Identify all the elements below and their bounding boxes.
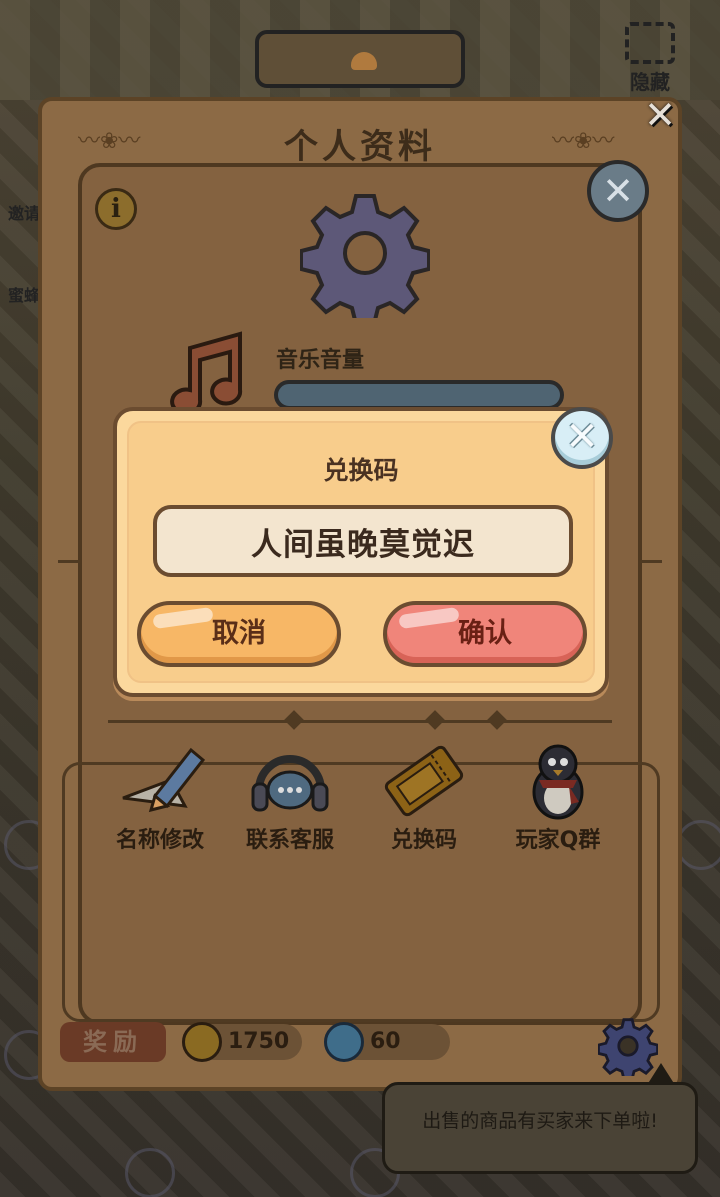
dialog-title: 兑换码 — [323, 456, 399, 485]
coin-counter: 1750 — [182, 1022, 302, 1062]
redeem-code-label: 兑换码 — [390, 828, 457, 853]
action-row: 名称修改 联系客服 兑换码 玩家Q群 — [100, 740, 620, 860]
hide-ui-label: 隐藏 — [630, 70, 670, 94]
confirm-button[interactable]: 确认 — [383, 601, 587, 667]
redeem-code-input[interactable] — [153, 505, 573, 577]
swirl-gem-icon — [324, 1022, 364, 1062]
divider — [108, 720, 612, 723]
customer-service-button[interactable]: 联系客服 — [230, 740, 350, 854]
coin-amount: 1750 — [228, 1029, 290, 1054]
divider — [640, 560, 662, 563]
hide-ui-button[interactable]: 隐藏 — [622, 22, 678, 94]
coin-icon — [182, 1022, 222, 1062]
sun-decoration-icon — [676, 820, 720, 870]
cancel-button[interactable]: 取消 — [137, 601, 341, 667]
redeem-code-button[interactable]: 兑换码 — [364, 740, 484, 854]
gear-icon — [300, 194, 430, 318]
sun-icon — [351, 52, 377, 70]
music-volume-slider[interactable] — [274, 380, 564, 410]
redeem-code-dialog: 兑换码 取消 确认 ✕ — [113, 407, 613, 697]
ticket-icon — [384, 745, 464, 817]
panel-close-button[interactable]: ✕ — [640, 95, 680, 135]
rewards-bar: 奖励 1750 60 — [60, 1022, 460, 1062]
info-button[interactable]: i — [95, 188, 137, 230]
music-volume-label: 音乐音量 — [276, 348, 365, 373]
confirm-label: 确认 — [458, 618, 512, 649]
penguin-icon — [532, 744, 584, 820]
gem-amount: 60 — [370, 1029, 401, 1054]
ornament-right-icon: 〰❀〰 — [552, 129, 615, 154]
gem-counter: 60 — [324, 1022, 450, 1062]
close-icon: ✕ — [565, 414, 599, 460]
customer-service-label: 联系客服 — [245, 828, 334, 853]
pencil-icon — [122, 747, 205, 813]
fullscreen-icon — [625, 22, 675, 64]
toast-message: 出售的商品有买家来下单啦! — [422, 1110, 658, 1132]
divider — [58, 560, 80, 563]
rename-label: 名称修改 — [115, 828, 204, 853]
settings-close-button[interactable]: ✕ — [587, 160, 649, 222]
side-label-invite: 邀请 — [8, 204, 41, 223]
rewards-tab[interactable]: 奖励 — [60, 1022, 166, 1062]
notification-toast: 出售的商品有买家来下单啦! — [382, 1063, 698, 1174]
side-label-bee: 蜜蜂 — [8, 286, 41, 305]
rename-button[interactable]: 名称修改 — [100, 740, 220, 854]
cancel-label: 取消 — [212, 618, 266, 649]
player-qq-group-label: 玩家Q群 — [515, 828, 601, 853]
dialog-close-button[interactable]: ✕ — [551, 407, 613, 469]
headset-chat-icon — [251, 755, 329, 812]
player-qq-group-button[interactable]: 玩家Q群 — [498, 740, 618, 854]
weather-window — [255, 30, 465, 88]
sun-decoration-icon — [125, 1148, 175, 1197]
